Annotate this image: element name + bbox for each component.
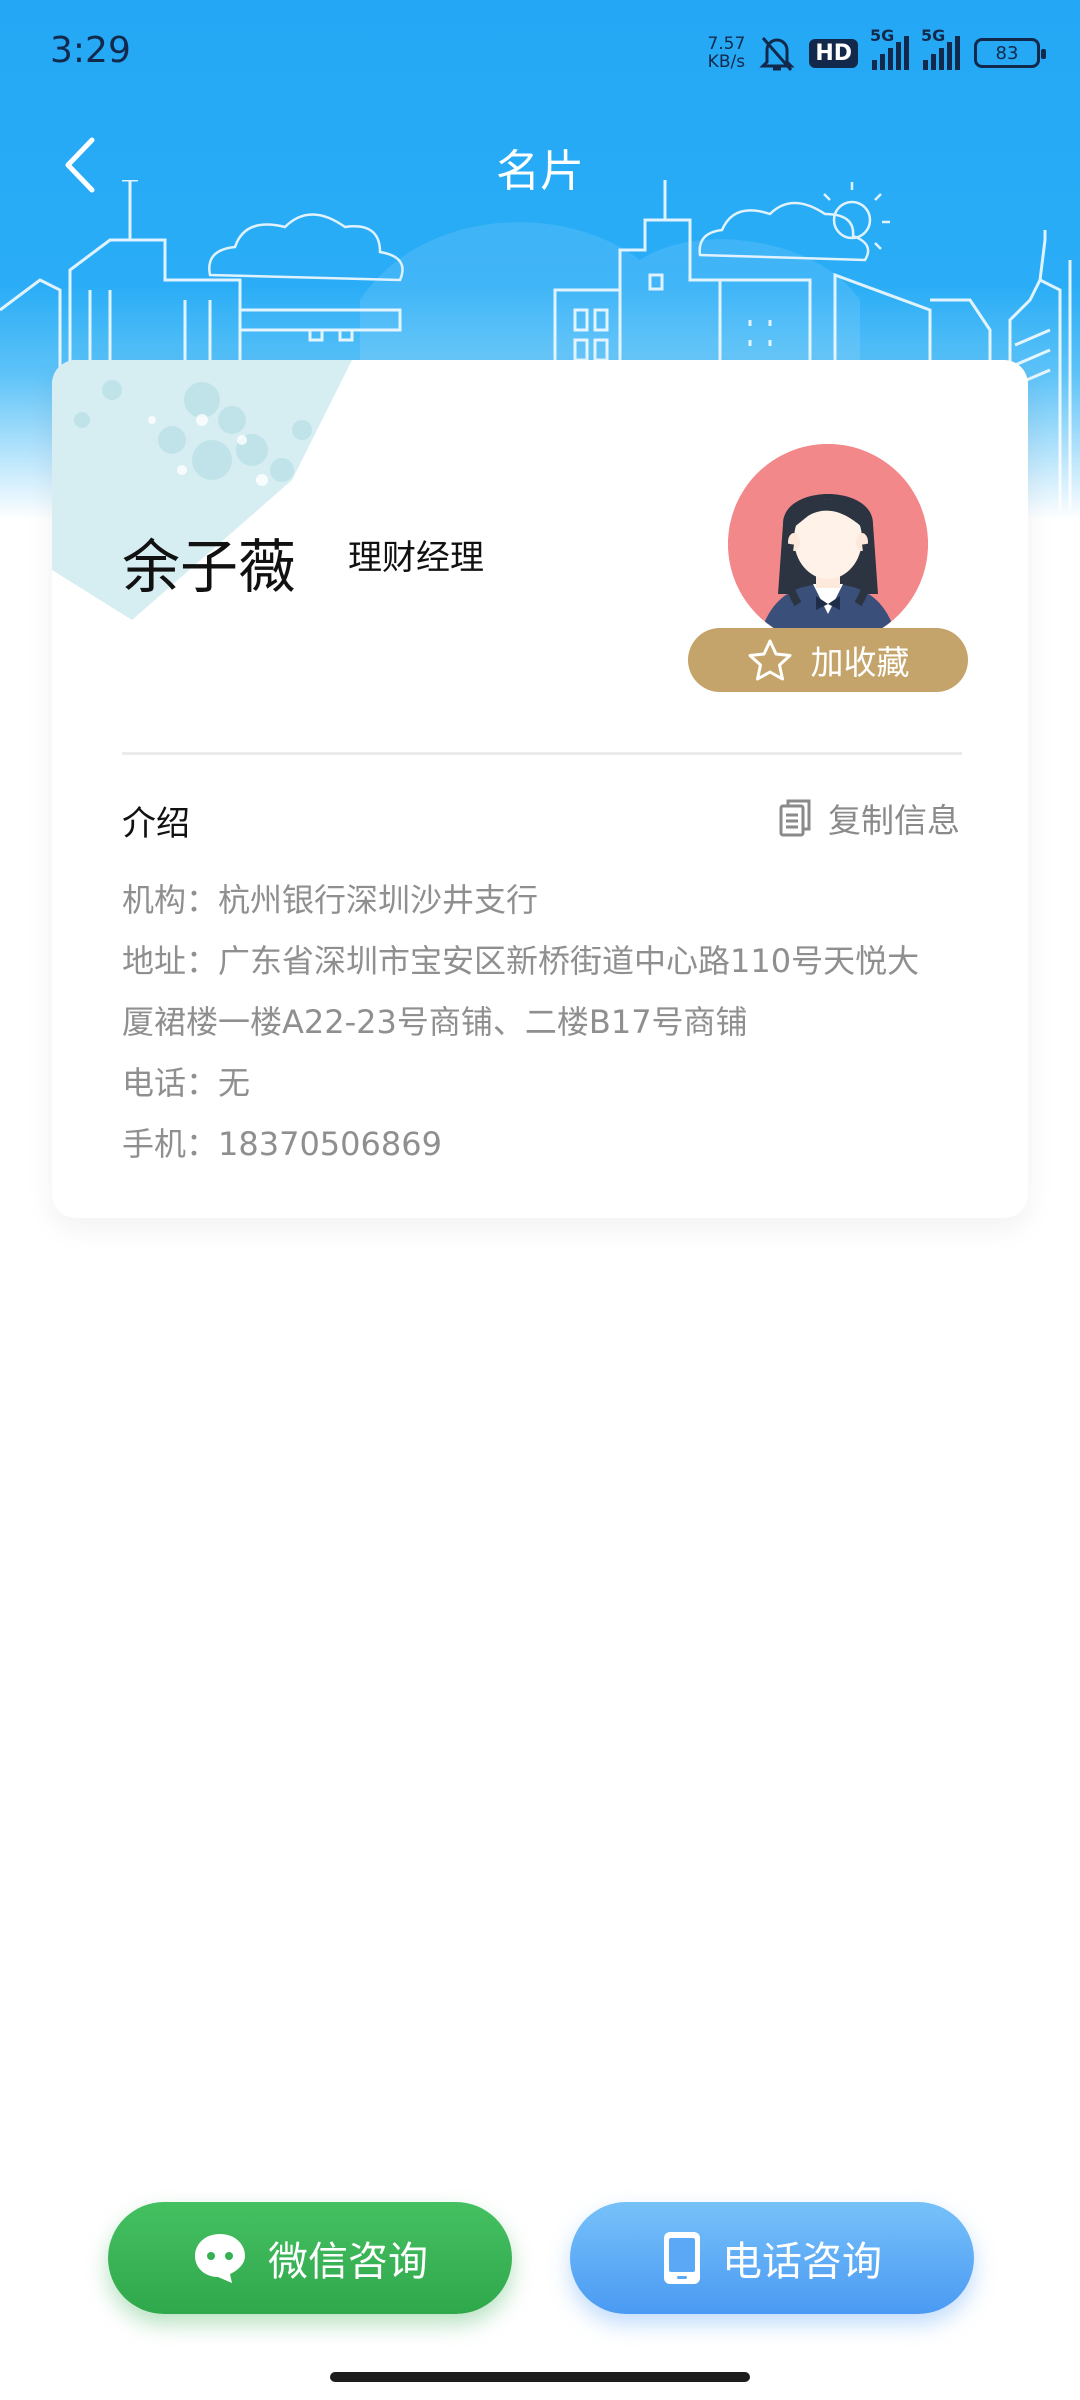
status-time: 3:29	[50, 30, 131, 71]
battery-icon: 83	[974, 38, 1046, 68]
copy-document-icon	[779, 799, 811, 837]
page-title: 名片	[496, 146, 584, 197]
phone-consult-button[interactable]: 电话咨询	[570, 2202, 974, 2314]
job-title: 理财经理	[348, 538, 484, 578]
mobile-phone-icon	[664, 2232, 700, 2284]
business-card: 余子薇 理财经理 加收藏 介绍 复制信息 机构：杭州银行深圳沙井支行 地址：广东…	[52, 360, 1028, 1218]
hd-voice-badge: HD	[809, 38, 858, 68]
info-address-line-2: 厦裙楼一楼A22-23号商铺、二楼B17号商铺	[122, 1003, 748, 1041]
add-favorite-label: 加收藏	[810, 643, 910, 682]
signal-strength-icon-2: 5G	[921, 26, 960, 70]
info-mobile[interactable]: 手机：18370506869	[122, 1114, 972, 1175]
contact-info: 机构：杭州银行深圳沙井支行 地址：广东省深圳市宝安区新桥街道中心路110号天悦大…	[122, 870, 972, 1175]
wechat-consult-label: 微信咨询	[268, 2239, 428, 2285]
add-favorite-button[interactable]: 加收藏	[688, 628, 968, 692]
status-icons: 7.57 KB/s HD 5G 5G 83	[707, 26, 1046, 76]
info-address-line-1: 地址：广东省深圳市宝安区新桥街道中心路110号天悦大	[122, 942, 920, 980]
info-telephone: 电话：无	[122, 1064, 251, 1102]
signal-strength-icon: 5G	[870, 26, 909, 70]
contact-name: 余子薇	[122, 533, 297, 601]
divider	[122, 752, 962, 755]
avatar-illustration	[728, 444, 928, 644]
wechat-chat-icon	[195, 2234, 245, 2283]
mute-bell-icon	[759, 37, 795, 71]
home-indicator[interactable]	[330, 2372, 750, 2382]
copy-info-label: 复制信息	[828, 801, 960, 840]
info-organization: 机构：杭州银行深圳沙井支行	[122, 881, 539, 919]
phone-consult-label: 电话咨询	[722, 2239, 882, 2285]
network-speed: 7.57 KB/s	[707, 34, 746, 72]
intro-heading: 介绍	[122, 804, 190, 844]
star-icon	[748, 639, 791, 681]
avatar	[728, 444, 928, 644]
status-bar: 3:29 7.57 KB/s HD 5G 5G 83	[0, 0, 1080, 110]
copy-info-button[interactable]: 复制信息	[778, 794, 960, 842]
wechat-consult-button[interactable]: 微信咨询	[108, 2202, 512, 2314]
